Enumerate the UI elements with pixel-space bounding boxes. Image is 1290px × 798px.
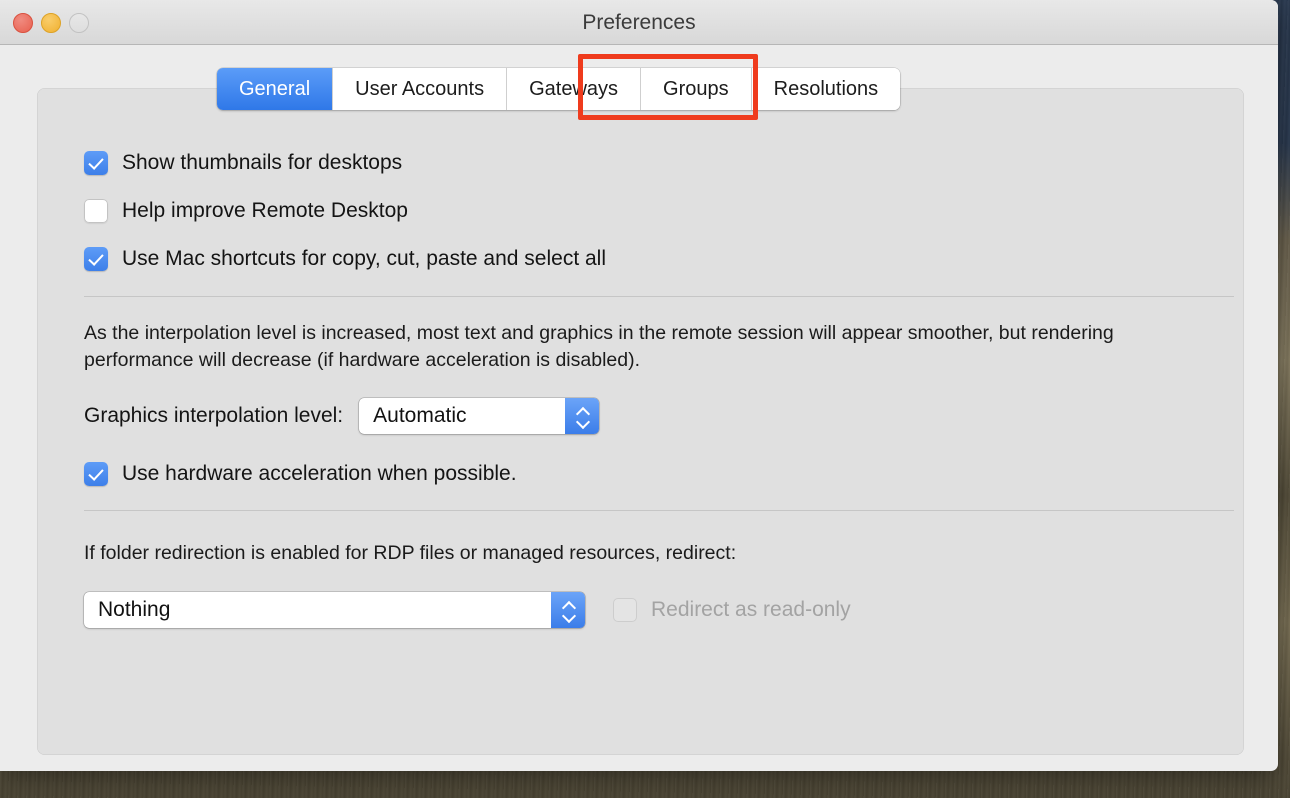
window-titlebar[interactable]: Preferences xyxy=(0,0,1278,45)
tab-user-accounts[interactable]: User Accounts xyxy=(332,68,506,110)
interpolation-selected-value: Automatic xyxy=(359,404,565,428)
divider-bottom xyxy=(84,510,1234,511)
checkbox-help-improve[interactable] xyxy=(84,199,108,223)
checkbox-row-help-improve[interactable]: Help improve Remote Desktop xyxy=(84,195,1234,227)
checkbox-show-thumbnails[interactable] xyxy=(84,151,108,175)
interpolation-row: Graphics interpolation level: Automatic xyxy=(84,398,1234,434)
chevron-down-icon xyxy=(576,418,589,425)
chevron-down-icon xyxy=(562,612,575,619)
interpolation-description: As the interpolation level is increased,… xyxy=(84,320,1204,374)
chevron-up-icon xyxy=(576,408,589,415)
checkbox-read-only xyxy=(613,598,637,622)
checkbox-row-read-only: Redirect as read-only xyxy=(613,594,851,626)
page-title: Preferences xyxy=(0,0,1278,45)
preferences-window: Preferences General User Accounts Gatewa… xyxy=(0,0,1278,771)
tab-gateways[interactable]: Gateways xyxy=(506,68,640,110)
tab-general[interactable]: General xyxy=(217,68,332,110)
checkbox-row-hardware-acceleration[interactable]: Use hardware acceleration when possible. xyxy=(84,458,1234,490)
checkbox-label-show-thumbnails: Show thumbnails for desktops xyxy=(122,151,402,175)
checkbox-row-show-thumbnails[interactable]: Show thumbnails for desktops xyxy=(84,147,1234,179)
checkbox-row-mac-shortcuts[interactable]: Use Mac shortcuts for copy, cut, paste a… xyxy=(84,243,1234,275)
tab-bar: General User Accounts Gateways Groups Re… xyxy=(217,68,900,110)
checkbox-label-hardware-acceleration: Use hardware acceleration when possible. xyxy=(122,462,517,486)
redirection-stepper[interactable] xyxy=(551,592,585,628)
checkbox-mac-shortcuts[interactable] xyxy=(84,247,108,271)
general-settings-panel: Show thumbnails for desktops Help improv… xyxy=(37,88,1244,755)
divider-top xyxy=(84,296,1234,297)
redirection-row: Nothing Redirect as read-only xyxy=(84,592,1234,628)
chevron-up-icon xyxy=(562,602,575,609)
tab-groups[interactable]: Groups xyxy=(640,68,751,110)
redirection-select[interactable]: Nothing xyxy=(84,592,585,628)
interpolation-stepper[interactable] xyxy=(565,398,599,434)
checkbox-label-read-only: Redirect as read-only xyxy=(651,598,851,622)
tab-resolutions[interactable]: Resolutions xyxy=(751,68,901,110)
redirection-selected-value: Nothing xyxy=(84,598,551,622)
redirection-description: If folder redirection is enabled for RDP… xyxy=(84,540,1204,567)
interpolation-select[interactable]: Automatic xyxy=(359,398,599,434)
checkbox-label-mac-shortcuts: Use Mac shortcuts for copy, cut, paste a… xyxy=(122,247,606,271)
interpolation-label: Graphics interpolation level: xyxy=(84,404,343,428)
checkbox-label-help-improve: Help improve Remote Desktop xyxy=(122,199,408,223)
checkbox-hardware-acceleration[interactable] xyxy=(84,462,108,486)
